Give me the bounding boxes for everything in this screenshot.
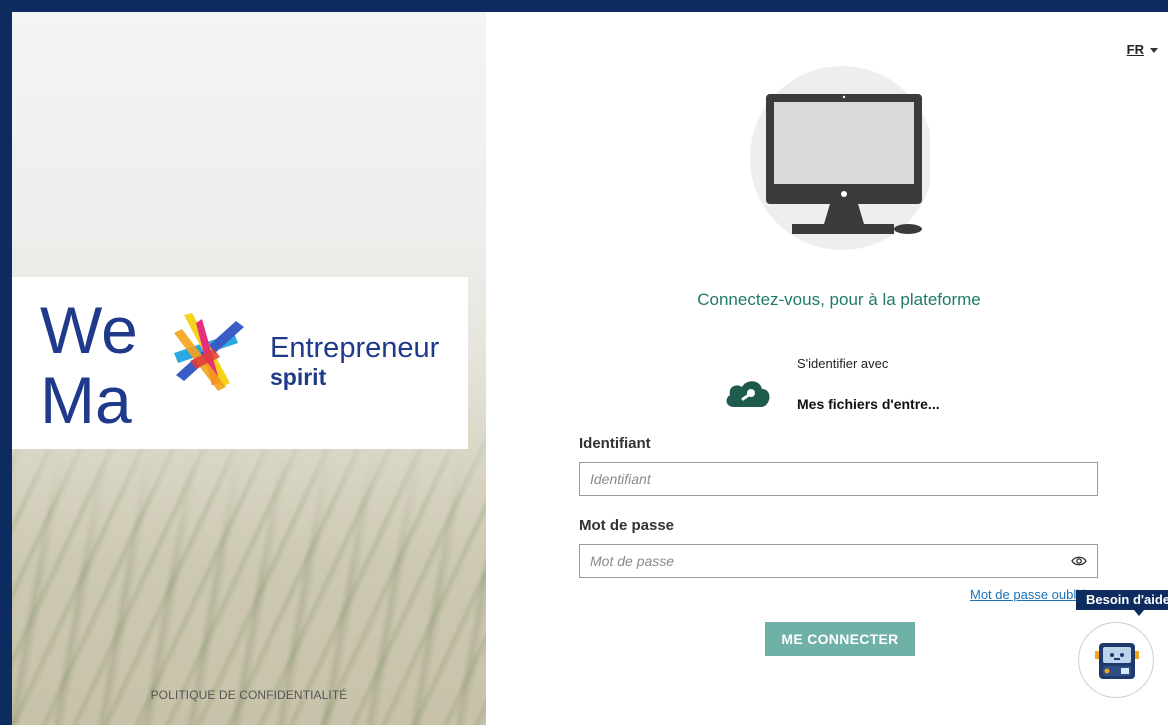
language-selector[interactable]: FR — [1127, 42, 1158, 57]
username-label: Identifiant — [579, 435, 651, 452]
username-field[interactable] — [579, 462, 1098, 496]
password-label: Mot de passe — [579, 517, 675, 534]
wema-logo: We Ma Entrepreneur spirit — [40, 293, 440, 437]
privacy-policy-link[interactable]: POLITIQUE DE CONFIDENTIALITÉ — [151, 688, 348, 702]
chevron-down-icon — [1150, 48, 1158, 54]
brand-logo: We Ma Entrepreneur spirit — [12, 277, 468, 449]
forgot-password-link[interactable]: Mot de passe oublié — [970, 587, 1086, 602]
help-chatbot-button[interactable] — [1078, 622, 1154, 698]
cloud-key-icon — [726, 381, 770, 407]
sso-provider-name: Mes fichiers d'entre... — [797, 396, 940, 412]
computer-illustration — [750, 66, 930, 250]
eye-icon[interactable] — [1071, 555, 1087, 567]
sso-with-label: S'identifier avec — [797, 356, 889, 371]
logo-spirit: spirit — [270, 364, 327, 390]
password-field[interactable] — [579, 544, 1098, 578]
logo-cross-icon — [174, 313, 244, 391]
help-tooltip: Besoin d'aide — [1076, 590, 1168, 616]
page-frame: We Ma Entrepreneur spirit POLITIQUE DE C… — [12, 12, 1168, 725]
password-input[interactable] — [580, 545, 1097, 577]
sso-login-option[interactable]: S'identifier avec Mes fichiers d'entre..… — [724, 352, 984, 422]
robot-icon — [1095, 643, 1139, 679]
brand-panel: We Ma Entrepreneur spirit POLITIQUE DE C… — [12, 12, 486, 725]
privacy-footer: POLITIQUE DE CONFIDENTIALITÉ — [12, 688, 486, 702]
logo-we: We — [40, 293, 138, 367]
welcome-title: Connectez-vous, pour à la plateforme — [697, 290, 981, 309]
logo-ma: Ma — [40, 363, 132, 437]
username-input[interactable] — [580, 463, 1097, 495]
logo-entrepreneur: Entrepreneur — [270, 332, 440, 364]
language-code: FR — [1126, 42, 1144, 57]
login-button[interactable]: ME CONNECTER — [765, 622, 915, 656]
